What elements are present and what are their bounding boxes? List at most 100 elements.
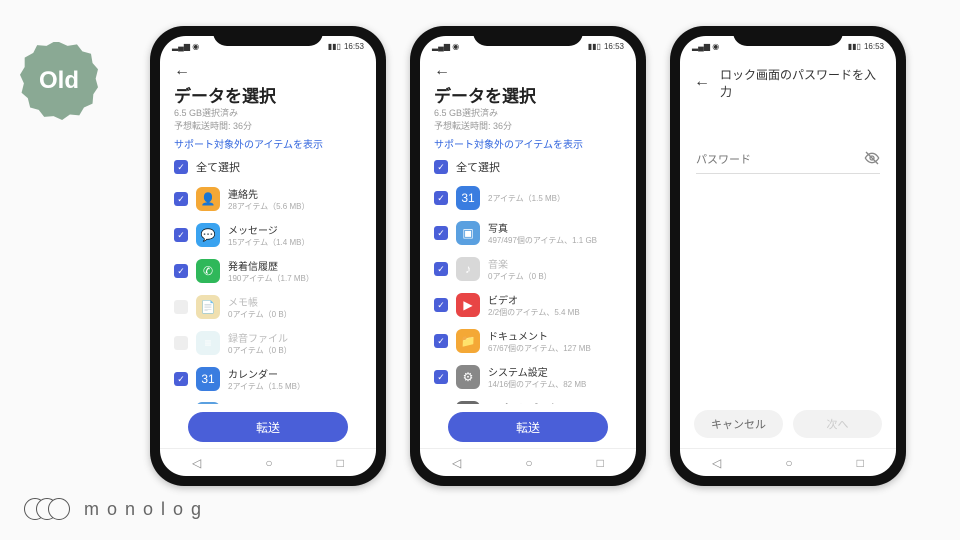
- nav-home-icon[interactable]: ○: [525, 456, 532, 470]
- calendar-icon: 31: [196, 367, 220, 391]
- list-item[interactable]: ✓♪音楽0アイテム（0 B）: [434, 251, 622, 287]
- item-title: 写真: [488, 220, 622, 235]
- item-checkbox[interactable]: ✓: [434, 191, 448, 205]
- notch: [473, 26, 583, 46]
- item-subtitle: 0アイテム（0 B）: [488, 271, 622, 282]
- nav-recent-icon[interactable]: □: [337, 456, 344, 470]
- clock: 16:53: [864, 42, 884, 51]
- messages-icon: 💬: [196, 223, 220, 247]
- page-title: データを選択: [434, 82, 622, 107]
- item-checkbox[interactable]: ✓: [174, 372, 188, 386]
- photos-icon: ▣: [456, 221, 480, 245]
- eta: 予想転送時間: 36分: [174, 120, 362, 133]
- list-item[interactable]: ✓⚙システム設定14/16個のアイテム、82 MB: [434, 359, 622, 395]
- nav-back-icon[interactable]: ◁: [192, 456, 201, 470]
- calendar-icon: 31: [456, 186, 480, 210]
- item-title: 録音ファイル: [228, 330, 362, 345]
- item-text: カレンダー2アイテム（1.5 MB）: [228, 366, 362, 392]
- list-item[interactable]: ≡録音ファイル0アイテム（0 B）: [174, 325, 362, 361]
- header: ← データを選択 6.5 GB選択済み 予想転送時間: 36分 サポート対象外の…: [160, 56, 376, 153]
- password-field-row: [696, 150, 880, 174]
- list-item[interactable]: ✓👤連絡先28アイテム（5.6 MB）: [174, 181, 362, 217]
- item-checkbox[interactable]: ✓: [434, 298, 448, 312]
- selected-size: 6.5 GB選択済み: [434, 107, 622, 120]
- list-item[interactable]: ✓ 31 カレンダー2アイテム（1.5 MB）: [174, 361, 362, 397]
- battery-icon: ▮▮▯: [328, 42, 341, 51]
- item-title: ビデオ: [488, 292, 622, 307]
- clock: 16:53: [344, 42, 364, 51]
- memo-icon: 📄: [196, 295, 220, 319]
- item-checkbox[interactable]: ✓: [174, 192, 188, 206]
- page-title: データを選択: [174, 82, 362, 107]
- list-item[interactable]: 📄メモ帳0アイテム（0 B）: [174, 289, 362, 325]
- item-title: システム設定: [488, 364, 622, 379]
- list-item[interactable]: ✓ 31 2アイテム（1.5 MB）: [434, 181, 622, 215]
- next-button[interactable]: 次へ: [793, 410, 882, 438]
- list-item[interactable]: ✓⊞アプリとデータ47/55個のアイテム、5.2 GB: [434, 395, 622, 404]
- item-title: 発着信履歴: [228, 258, 362, 273]
- item-checkbox[interactable]: ✓: [434, 262, 448, 276]
- phone-1: ▂▄▆ ◉ ▮▮▯ 16:53 ← データを選択 6.5 GB選択済み 予想転送…: [150, 26, 386, 486]
- item-checkbox[interactable]: ✓: [434, 370, 448, 384]
- item-subtitle: 14/16個のアイテム、82 MB: [488, 379, 622, 390]
- docs-icon: 📁: [456, 329, 480, 353]
- item-checkbox[interactable]: [174, 336, 188, 350]
- data-list: ✓312アイテム（1.5 MB）✓▣写真497/497個のアイテム、1.1 GB…: [420, 181, 636, 404]
- list-item[interactable]: ✓ 📁 ドキュメント67/67個のアイテム、127 MB: [434, 323, 622, 359]
- list-item[interactable]: ✓▶ビデオ2/2個のアイテム、5.4 MB: [434, 287, 622, 323]
- nav-home-icon[interactable]: ○: [265, 456, 272, 470]
- select-all-checkbox[interactable]: ✓: [174, 160, 188, 174]
- badge-label: Old: [39, 67, 79, 95]
- notch: [733, 26, 843, 46]
- item-subtitle: 190アイテム（1.7 MB）: [228, 273, 362, 284]
- nav-home-icon[interactable]: ○: [785, 456, 792, 470]
- item-title: ドキュメント: [488, 328, 622, 343]
- list-item[interactable]: ✓▣写真: [174, 397, 362, 404]
- nav-back-icon[interactable]: ◁: [712, 456, 721, 470]
- list-item[interactable]: ✓ 💬 メッセージ15アイテム（1.4 MB）: [174, 217, 362, 253]
- back-icon[interactable]: ←: [174, 62, 190, 80]
- password-input[interactable]: [696, 154, 864, 166]
- list-item[interactable]: ✓▣写真497/497個のアイテム、1.1 GB: [434, 215, 622, 251]
- item-checkbox[interactable]: ✓: [434, 226, 448, 240]
- battery-icon: ▮▮▯: [848, 42, 861, 51]
- item-subtitle: 15アイテム（1.4 MB）: [228, 237, 362, 248]
- item-text: 2アイテム（1.5 MB）: [488, 193, 622, 204]
- item-checkbox[interactable]: ✓: [434, 334, 448, 348]
- cancel-button[interactable]: キャンセル: [694, 410, 783, 438]
- select-all-label: 全て選択: [456, 159, 500, 175]
- item-checkbox[interactable]: ✓: [174, 228, 188, 242]
- nav-back-icon[interactable]: ◁: [452, 456, 461, 470]
- select-all-row[interactable]: ✓ 全て選択: [420, 153, 636, 181]
- audio-icon: ≡: [196, 331, 220, 355]
- nav-recent-icon[interactable]: □: [597, 456, 604, 470]
- nav-recent-icon[interactable]: □: [857, 456, 864, 470]
- brand-logo: monolog: [24, 498, 209, 520]
- transfer-button[interactable]: 転送: [448, 412, 608, 442]
- battery-icon: ▮▮▯: [588, 42, 601, 51]
- notch: [213, 26, 323, 46]
- eye-off-icon[interactable]: [864, 150, 880, 169]
- item-text: ビデオ2/2個のアイテム、5.4 MB: [488, 292, 622, 318]
- button-bar: 転送: [160, 404, 376, 448]
- select-all-row[interactable]: ✓ 全て選択: [160, 153, 376, 181]
- item-title: 連絡先: [228, 186, 362, 201]
- item-title: カレンダー: [228, 366, 362, 381]
- select-all-label: 全て選択: [196, 159, 240, 175]
- spacer: [680, 174, 896, 400]
- unsupported-link[interactable]: サポート対象外のアイテムを表示: [434, 136, 622, 151]
- item-subtitle: 28アイテム（5.6 MB）: [228, 201, 362, 212]
- back-icon[interactable]: ←: [694, 73, 710, 91]
- item-text: メッセージ15アイテム（1.4 MB）: [228, 222, 362, 248]
- logo-ovals-icon: [24, 498, 60, 520]
- item-checkbox[interactable]: [174, 300, 188, 314]
- button-bar: 転送: [420, 404, 636, 448]
- item-subtitle: 2/2個のアイテム、5.4 MB: [488, 307, 622, 318]
- item-checkbox[interactable]: ✓: [174, 264, 188, 278]
- unsupported-link[interactable]: サポート対象外のアイテムを表示: [174, 136, 362, 151]
- select-all-checkbox[interactable]: ✓: [434, 160, 448, 174]
- item-subtitle: 67/67個のアイテム、127 MB: [488, 343, 622, 354]
- transfer-button[interactable]: 転送: [188, 412, 348, 442]
- back-icon[interactable]: ←: [434, 62, 450, 80]
- list-item[interactable]: ✓✆発着信履歴190アイテム（1.7 MB）: [174, 253, 362, 289]
